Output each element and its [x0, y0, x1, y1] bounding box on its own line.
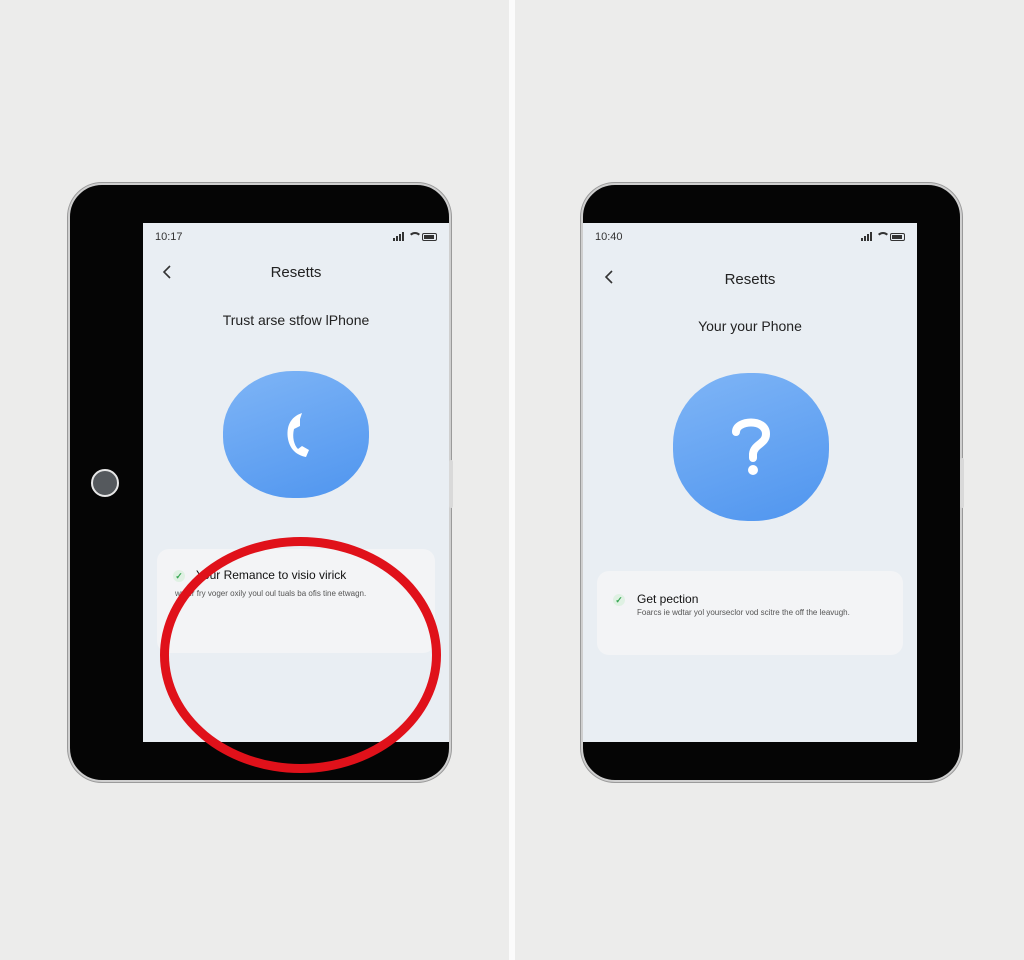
page-title: Resetts: [270, 264, 322, 281]
info-card[interactable]: ✓ Get pection Foarcs ie wdtar yol yourse…: [597, 571, 903, 655]
home-button[interactable]: [91, 469, 119, 497]
page-title: Resetts: [724, 271, 776, 288]
check-icon: ✓: [613, 594, 625, 606]
check-icon: ✓: [173, 570, 185, 582]
card-title: Get pection: [637, 592, 699, 606]
status-bar: 10:40: [595, 231, 905, 245]
status-icons: [393, 232, 437, 241]
help-tile: [673, 373, 829, 521]
status-time: 10:17: [155, 231, 183, 243]
battery-icon: [422, 233, 437, 241]
tablet-device-right: 10:40 Resetts Your your Phone ✓ Get pect…: [581, 183, 962, 782]
highlight-circle-annotation: [160, 537, 441, 773]
status-time: 10:40: [595, 231, 623, 243]
phone-icon: [287, 412, 309, 457]
signal-icon: [861, 232, 872, 241]
page-subtitle: Trust arse stfow lPhone: [222, 312, 370, 328]
page-subtitle: Your your Phone: [698, 318, 802, 334]
side-button: [449, 460, 453, 508]
signal-icon: [393, 232, 404, 241]
side-button: [960, 458, 964, 508]
wifi-icon: [876, 232, 890, 241]
battery-icon: [890, 233, 905, 241]
status-bar: 10:17: [155, 231, 437, 245]
wifi-icon: [408, 232, 422, 241]
screen-right: 10:40 Resetts Your your Phone ✓ Get pect…: [583, 223, 917, 742]
card-body: Foarcs ie wdtar yol yourseclor vod scitr…: [637, 608, 850, 617]
phone-tile: [223, 371, 369, 498]
left-panel: 10:17 Resetts Trust arse stfow lPhone ✓ …: [0, 0, 509, 960]
right-panel: 10:40 Resetts Your your Phone ✓ Get pect…: [515, 0, 1024, 960]
question-icon: [732, 418, 771, 475]
status-icons: [861, 232, 905, 241]
